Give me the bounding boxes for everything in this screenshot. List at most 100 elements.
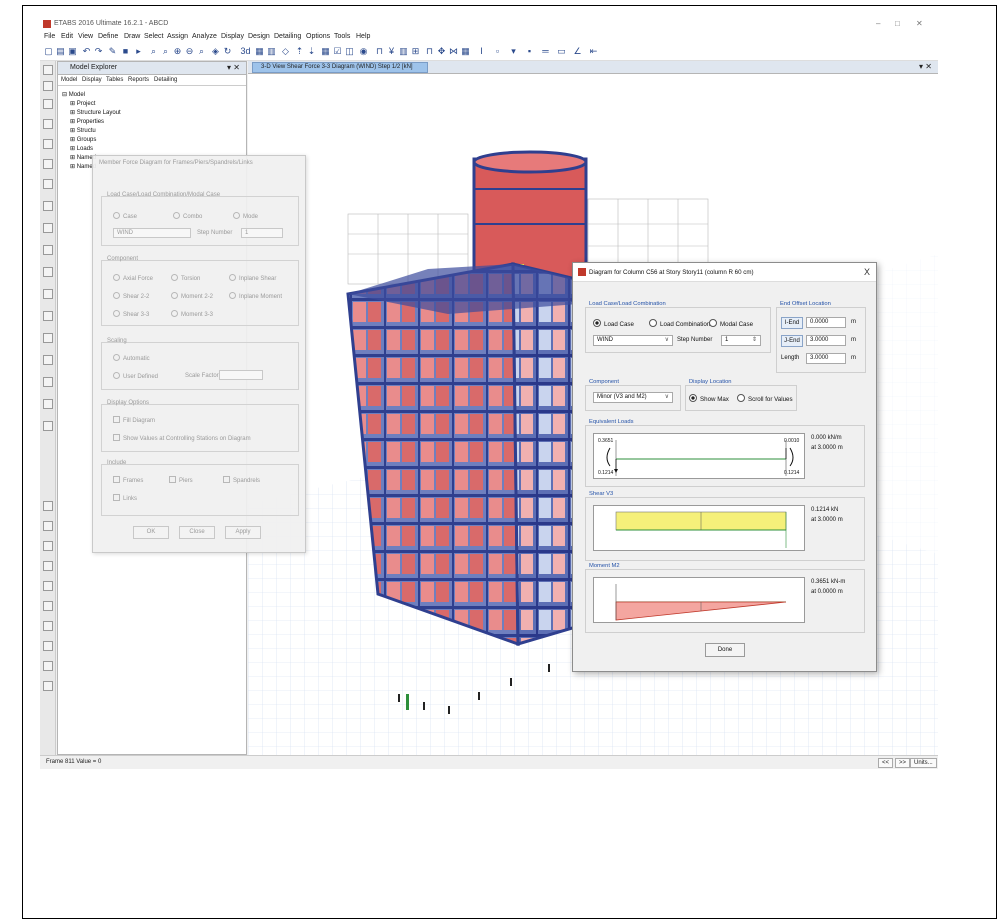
checkbox-view-icon[interactable]: ☑ — [332, 46, 343, 57]
tab-display[interactable]: Display — [82, 77, 102, 83]
mfd-shear-3-3[interactable]: Shear 3-3 — [113, 310, 149, 318]
menu-tools[interactable]: Tools — [334, 33, 350, 40]
draw-beam-tool-icon[interactable] — [43, 159, 53, 169]
menu-select[interactable]: Select — [144, 33, 163, 40]
draw-column-tool-icon[interactable] — [43, 139, 53, 149]
close-window-button[interactable]: ✕ — [916, 19, 923, 28]
draw-column-icon[interactable]: I — [476, 46, 487, 57]
draw-joint-icon[interactable] — [43, 99, 53, 109]
mfd-radio-combo[interactable]: Combo — [173, 212, 202, 220]
tab-detailing[interactable]: Detailing — [154, 77, 177, 83]
mfd-shear-2-2[interactable]: Shear 2-2 — [113, 292, 149, 300]
mfd-case-select[interactable]: WIND — [113, 228, 191, 238]
radio-load-combination[interactable]: Load Combination — [649, 319, 710, 328]
tab-3d-view-shear-diagram[interactable]: 3-D View Shear Force 3-3 Diagram (WIND) … — [252, 62, 428, 73]
frame-forces-icon[interactable]: ⊓ — [374, 46, 385, 57]
redo-icon[interactable]: ↷ — [93, 46, 104, 57]
reshape-tool-icon[interactable] — [43, 81, 53, 91]
draw-tendon-icon[interactable]: ⇤ — [588, 46, 599, 57]
pier-icon[interactable]: ⊞ — [410, 46, 421, 57]
menu-view[interactable]: View — [78, 33, 93, 40]
draw-floor-icon[interactable]: ▪ — [524, 46, 535, 57]
snap-points-icon[interactable] — [43, 581, 53, 591]
move-up-icon[interactable]: ⇡ — [294, 46, 305, 57]
mfd-moment-3-3[interactable]: Moment 3-3 — [171, 310, 213, 318]
new-model-icon[interactable]: ▢ — [43, 46, 54, 57]
menu-design[interactable]: Design — [248, 33, 270, 40]
draw-link-tool-icon[interactable] — [43, 267, 53, 277]
mfd-torsion[interactable]: Torsion — [171, 274, 200, 282]
mfd-axial-force[interactable]: Axial Force — [113, 274, 153, 282]
menu-detailing[interactable]: Detailing — [274, 33, 301, 40]
perspective-icon[interactable]: ◇ — [280, 46, 291, 57]
mfd-moment-2-2[interactable]: Moment 2-2 — [171, 292, 213, 300]
story-response-icon[interactable]: ⊓ — [424, 46, 435, 57]
tree-node-structural-objects[interactable]: ⊞ Structu — [70, 127, 96, 134]
mfd-close-button[interactable]: Close — [179, 526, 215, 539]
units-button[interactable]: Units... — [910, 758, 937, 768]
mfd-radio-case[interactable]: Case — [113, 212, 137, 220]
i-end-input[interactable]: 0.0000 — [806, 317, 846, 328]
component-select[interactable]: Minor (V3 and M2) ∨ — [593, 392, 673, 403]
status-next-button[interactable]: >> — [895, 758, 911, 768]
tab-tables[interactable]: Tables — [106, 77, 123, 83]
mfd-inplane-moment[interactable]: Inplane Moment — [229, 292, 282, 300]
draw-brace-icon[interactable]: ▾ — [508, 46, 519, 57]
menu-edit[interactable]: Edit — [61, 33, 73, 40]
draw-reference-icon[interactable] — [43, 399, 53, 409]
snap-ends-icon[interactable] — [43, 601, 53, 611]
zoom-restore-icon[interactable]: ⌕ — [160, 46, 171, 57]
mfd-scaling-user-defined[interactable]: User Defined — [113, 372, 158, 380]
display-deformed-icon[interactable]: ◉ — [358, 46, 369, 57]
menu-assign[interactable]: Assign — [167, 33, 188, 40]
tree-node-project[interactable]: ⊞ Project — [70, 100, 95, 107]
mfd-inplane-shear[interactable]: Inplane Shear — [229, 274, 276, 282]
tree-node-loads[interactable]: ⊞ Loads — [70, 145, 93, 152]
draw-section-cut-icon[interactable] — [43, 377, 53, 387]
pencil-icon[interactable]: ✎ — [107, 46, 118, 57]
menu-draw[interactable]: Draw — [124, 33, 140, 40]
mfd-ok-button[interactable]: OK — [133, 526, 169, 539]
i-end-button[interactable]: I-End — [781, 317, 803, 329]
clear-selection-icon[interactable] — [43, 541, 53, 551]
rotate-icon[interactable]: ↻ — [222, 46, 233, 57]
select-previous-icon[interactable] — [43, 521, 53, 531]
mfd-fill-diagram[interactable]: Fill Diagram — [113, 416, 155, 424]
minimize-button[interactable]: – — [876, 19, 880, 28]
column-dialog-close-button[interactable]: X — [864, 267, 870, 277]
zoom-out-icon[interactable]: ⊖ — [184, 46, 195, 57]
mfd-scaling-automatic[interactable]: Automatic — [113, 354, 150, 362]
run-analysis-icon[interactable]: ▸ — [133, 46, 144, 57]
draw-wall-tool-icon[interactable] — [43, 223, 53, 233]
radio-load-case[interactable]: Load Case — [593, 319, 634, 328]
mfd-radio-mode[interactable]: Mode — [233, 212, 258, 220]
mfd-include-frames[interactable]: Frames — [113, 476, 143, 484]
step-number-input[interactable]: 1 ⇕ — [721, 335, 761, 346]
menu-display[interactable]: Display — [221, 33, 244, 40]
draw-dimension-icon[interactable]: ∠ — [572, 46, 583, 57]
tree-node-structure-layout[interactable]: ⊞ Structure Layout — [70, 109, 121, 116]
draw-beam-icon[interactable]: ▫ — [492, 46, 503, 57]
length-input[interactable]: 3.0000 — [806, 353, 846, 364]
draw-opening-icon[interactable]: ▭ — [556, 46, 567, 57]
snap-perpendicular-icon[interactable] — [43, 641, 53, 651]
save-icon[interactable]: ▣ — [67, 46, 78, 57]
pan-icon[interactable]: ⌕ — [196, 46, 207, 57]
cursor-icon[interactable]: ✥ — [436, 46, 447, 57]
snap-fine-grid-icon[interactable] — [43, 681, 53, 691]
move-down-icon[interactable]: ⇣ — [306, 46, 317, 57]
menu-analyze[interactable]: Analyze — [192, 33, 217, 40]
draw-slab-tool-icon[interactable] — [43, 311, 53, 321]
draw-wall-icon[interactable]: ═ — [540, 46, 551, 57]
radio-scroll-for-values[interactable]: Scroll for Values — [737, 394, 793, 403]
done-button[interactable]: Done — [705, 643, 745, 657]
model-explorer-close-button[interactable]: ▾ ✕ — [227, 63, 240, 72]
snap-intersections-icon[interactable] — [43, 621, 53, 631]
draw-area-tool-icon[interactable] — [43, 333, 53, 343]
pointer-tool-icon[interactable] — [43, 65, 53, 75]
reactions-icon[interactable]: ▥ — [398, 46, 409, 57]
snap-lines-icon[interactable] — [43, 661, 53, 671]
status-prev-button[interactable]: << — [878, 758, 894, 768]
draw-frame-icon[interactable] — [43, 119, 53, 129]
tab-reports[interactable]: Reports — [128, 77, 149, 83]
